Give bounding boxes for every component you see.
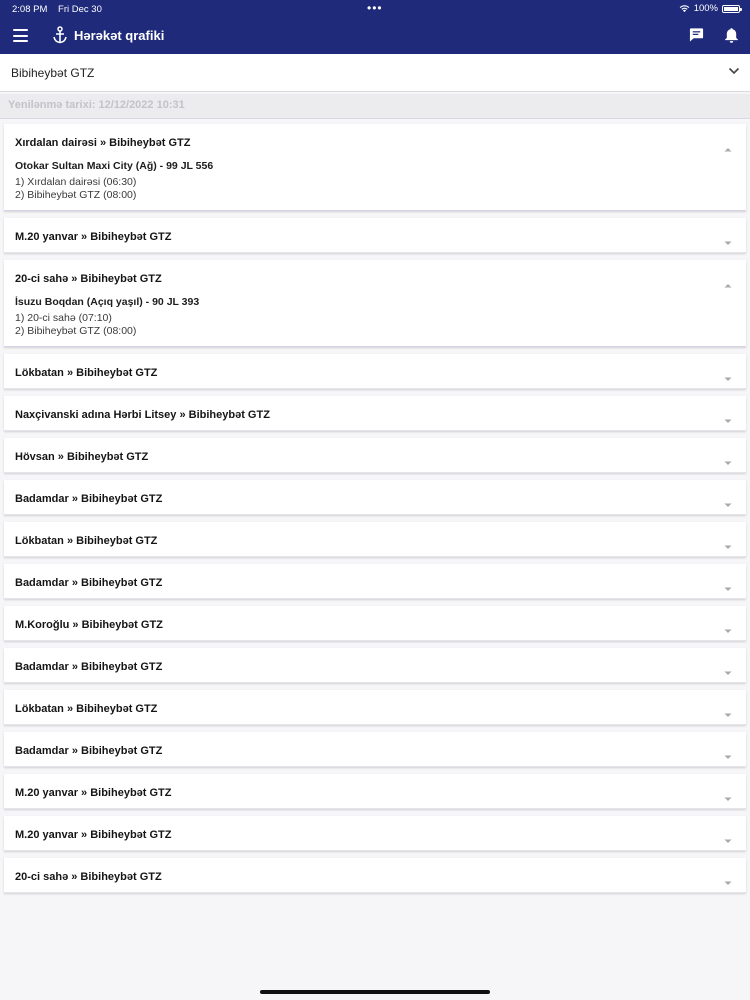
caret-down-icon[interactable] [724,663,732,681]
caret-down-icon[interactable] [724,831,732,849]
home-indicator[interactable] [260,990,490,994]
route-title: Xırdalan dairəsi » Bibiheybət GTZ [15,137,191,149]
route-stop: 2) Bibiheybət GTZ (08:00) [15,189,137,201]
route-card-header[interactable]: 20-ci sahə » Bibiheybət GTZ [4,858,746,892]
route-card: Badamdar » Bibiheybət GTZ [4,648,746,683]
route-card-header[interactable]: Badamdar » Bibiheybət GTZ [4,648,746,682]
route-card-header[interactable]: M.20 yanvar » Bibiheybət GTZ [4,774,746,808]
route-card: Hövsan » Bibiheybət GTZ [4,438,746,473]
caret-down-icon[interactable] [724,537,732,555]
route-card: M.Koroğlu » Bibiheybət GTZ [4,606,746,641]
caret-down-icon[interactable] [724,453,732,471]
route-card-header[interactable]: M.20 yanvar » Bibiheybət GTZ [4,218,746,252]
page-title: Hərəkət qrafiki [74,28,165,43]
route-title: M.20 yanvar » Bibiheybət GTZ [15,231,172,243]
route-card: Badamdar » Bibiheybət GTZ [4,480,746,515]
status-time: 2:08 PM [12,4,48,15]
route-card-header[interactable]: Lökbatan » Bibiheybət GTZ [4,690,746,724]
route-title: Badamdar » Bibiheybət GTZ [15,661,163,673]
caret-down-icon[interactable] [724,621,732,639]
route-card: Badamdar » Bibiheybət GTZ [4,732,746,767]
caret-down-icon[interactable] [724,789,732,807]
route-title: Lökbatan » Bibiheybət GTZ [15,535,158,547]
menu-icon[interactable] [13,29,28,42]
route-card-header[interactable]: M.Koroğlu » Bibiheybət GTZ [4,606,746,640]
battery-icon [722,4,742,13]
bell-icon[interactable] [724,27,739,43]
status-date: Fri Dec 30 [58,4,102,15]
status-bar: 2:08 PM Fri Dec 30 ••• 100% [0,0,750,18]
vehicle-info: İsuzu Boqdan (Açıq yaşıl) - 90 JL 393 [15,296,200,308]
route-title: Lökbatan » Bibiheybət GTZ [15,367,158,379]
route-card-header[interactable]: M.20 yanvar » Bibiheybət GTZ [4,816,746,850]
route-card: M.20 yanvar » Bibiheybət GTZ [4,774,746,809]
route-card-header[interactable]: Lökbatan » Bibiheybət GTZ [4,522,746,556]
multitasking-dots-icon[interactable]: ••• [367,1,383,15]
chat-icon[interactable] [689,27,704,42]
route-card-header[interactable]: 20-ci sahə » Bibiheybət GTZ [4,260,746,294]
route-stop: 2) Bibiheybət GTZ (08:00) [15,325,137,337]
route-card: 20-ci sahə » Bibiheybət GTZ [4,858,746,893]
route-title: 20-ci sahə » Bibiheybət GTZ [15,871,162,883]
route-title: M.20 yanvar » Bibiheybət GTZ [15,787,172,799]
caret-down-icon[interactable] [724,705,732,723]
caret-down-icon[interactable] [724,579,732,597]
route-title: M.20 yanvar » Bibiheybət GTZ [15,829,172,841]
route-title: M.Koroğlu » Bibiheybət GTZ [15,619,163,631]
route-card: 20-ci sahə » Bibiheybət GTZ İsuzu Boqdan … [4,260,746,347]
chevron-down-icon [728,67,740,75]
route-card-header[interactable]: Lökbatan » Bibiheybət GTZ [4,354,746,388]
route-card-header[interactable]: Badamdar » Bibiheybət GTZ [4,564,746,598]
route-stop: 1) Xırdalan dairəsi (06:30) [15,176,137,188]
caret-up-icon[interactable] [724,275,732,293]
station-selector[interactable]: Bibiheybət GTZ [0,54,750,92]
caret-down-icon[interactable] [724,233,732,251]
route-card-header[interactable]: Hövsan » Bibiheybət GTZ [4,438,746,472]
caret-down-icon[interactable] [724,369,732,387]
battery-fill [724,6,738,11]
route-title: Naxçivanski adına Hərbi Litsey » Bibihey… [15,409,270,421]
route-title: Badamdar » Bibiheybət GTZ [15,577,163,589]
station-selector-value: Bibiheybət GTZ [11,66,95,80]
route-card: Naxçivanski adına Hərbi Litsey » Bibihey… [4,396,746,431]
route-card: Lökbatan » Bibiheybət GTZ [4,354,746,389]
vehicle-info: Otokar Sultan Maxi City (Ağ) - 99 JL 556 [15,160,214,172]
route-title: 20-ci sahə » Bibiheybət GTZ [15,273,162,285]
caret-down-icon[interactable] [724,873,732,891]
logo-icon [53,26,67,44]
route-title: Badamdar » Bibiheybət GTZ [15,745,163,757]
route-card-header[interactable]: Badamdar » Bibiheybət GTZ [4,732,746,766]
route-card: M.20 yanvar » Bibiheybət GTZ [4,218,746,253]
wifi-icon [679,5,689,13]
route-card: M.20 yanvar » Bibiheybət GTZ [4,816,746,851]
route-card: Lökbatan » Bibiheybət GTZ [4,522,746,557]
update-date-text: Yenilənmə tarixi: 12/12/2022 10:31 [8,99,185,111]
top-bar: 2:08 PM Fri Dec 30 ••• 100% Hərəkət qraf… [0,0,750,54]
battery-percent: 100% [693,3,718,14]
route-list: Xırdalan dairəsi » Bibiheybət GTZ Otokar … [4,124,746,900]
route-title: Hövsan » Bibiheybət GTZ [15,451,149,463]
caret-down-icon[interactable] [724,747,732,765]
caret-down-icon[interactable] [724,495,732,513]
route-details: İsuzu Boqdan (Açıq yaşıl) - 90 JL 393 1) … [4,294,746,346]
update-date-bar: Yenilənmə tarixi: 12/12/2022 10:31 [0,94,750,119]
route-title: Badamdar » Bibiheybət GTZ [15,493,163,505]
caret-down-icon[interactable] [724,411,732,429]
route-card-header[interactable]: Xırdalan dairəsi » Bibiheybət GTZ [4,124,746,158]
route-title: Lökbatan » Bibiheybət GTZ [15,703,158,715]
route-card-header[interactable]: Badamdar » Bibiheybət GTZ [4,480,746,514]
route-card: Lökbatan » Bibiheybət GTZ [4,690,746,725]
nav-bar: Hərəkət qrafiki [0,18,750,54]
caret-up-icon[interactable] [724,139,732,157]
route-details: Otokar Sultan Maxi City (Ağ) - 99 JL 556… [4,158,746,210]
route-card: Badamdar » Bibiheybət GTZ [4,564,746,599]
route-card-header[interactable]: Naxçivanski adına Hərbi Litsey » Bibihey… [4,396,746,430]
route-stop: 1) 20-ci sahə (07:10) [15,312,112,324]
route-card: Xırdalan dairəsi » Bibiheybət GTZ Otokar … [4,124,746,211]
